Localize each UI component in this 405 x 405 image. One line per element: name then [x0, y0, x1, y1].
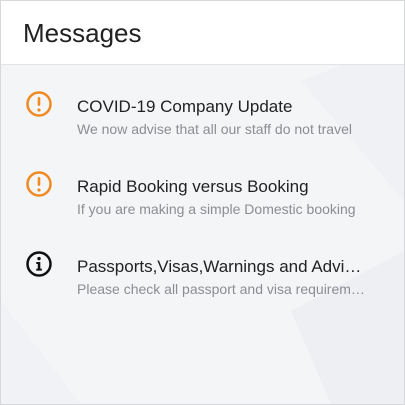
page-title: Messages — [23, 18, 142, 48]
message-preview: Please check all passport and visa requi… — [77, 281, 365, 297]
messages-header: Messages — [1, 1, 404, 65]
warning-circle-icon — [26, 171, 52, 197]
warning-circle-icon — [26, 91, 52, 117]
message-preview: We now advise that all our staff do not … — [77, 121, 352, 137]
message-title: Rapid Booking versus Booking — [77, 177, 309, 196]
message-item-covid[interactable]: COVID-19 Company Update We now advise th… — [1, 66, 404, 138]
message-title: COVID-19 Company Update — [77, 97, 293, 116]
message-preview: If you are making a simple Domestic book… — [77, 201, 356, 217]
message-title: Passports,Visas,Warnings and Advisories — [77, 257, 367, 276]
info-circle-icon — [26, 251, 52, 277]
messages-widget: Messages COVID-19 Company Update We now … — [0, 0, 405, 405]
message-item-passports[interactable]: Passports,Visas,Warnings and Advisories … — [1, 226, 404, 298]
message-item-rapid-booking[interactable]: Rapid Booking versus Booking If you are … — [1, 146, 404, 218]
